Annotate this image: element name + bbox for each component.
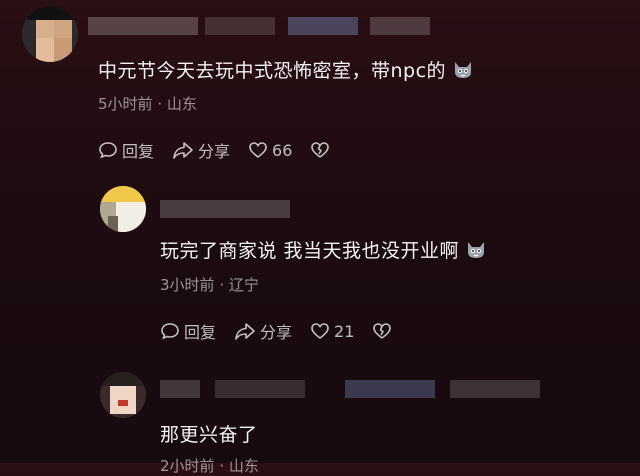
like-button[interactable]: 21 (310, 321, 354, 341)
location: 山东 (228, 457, 259, 475)
reply-button[interactable]: 回复 (98, 138, 154, 162)
share-button[interactable]: 分享 (234, 319, 292, 343)
comment-actions: 回复 分享 21 (160, 319, 414, 343)
location: 山东 (166, 95, 197, 113)
like-count: 66 (272, 140, 293, 160)
like-button[interactable]: 66 (248, 140, 292, 160)
heart-icon (311, 323, 329, 340)
share-arrow-icon (173, 142, 193, 159)
reply-button[interactable]: 回复 (160, 319, 216, 343)
share-button[interactable]: 分享 (172, 138, 230, 162)
comment-meta: 2小时前 · 山东 (160, 457, 259, 475)
comment-text: 中元节今天去玩中式恐怖密室，带npc的 (98, 56, 474, 85)
comment-actions: 回复 分享 66 (98, 138, 352, 162)
dislike-button[interactable] (310, 140, 334, 160)
comment-text: 那更兴奋了 (160, 424, 258, 446)
heart-icon (249, 142, 267, 159)
broken-heart-icon (373, 323, 392, 339)
timestamp: 3小时前 (160, 276, 215, 294)
speech-bubble-icon (99, 142, 117, 159)
cat-face-icon (452, 60, 474, 85)
speech-bubble-icon (161, 323, 179, 340)
location: 辽宁 (228, 276, 259, 294)
comment-text: 玩完了商家说 我当天我也没开业啊 (160, 236, 487, 265)
broken-heart-icon (311, 142, 330, 158)
like-count: 21 (334, 321, 355, 341)
comment-meta: 5小时前 · 山东 (98, 95, 197, 113)
avatar[interactable] (100, 186, 146, 232)
share-arrow-icon (235, 323, 255, 340)
dislike-button[interactable] (372, 321, 396, 341)
timestamp: 5小时前 (98, 95, 153, 113)
avatar[interactable] (100, 372, 146, 418)
cat-face-icon (465, 240, 487, 265)
comment-meta: 3小时前 · 辽宁 (160, 276, 259, 294)
avatar[interactable] (22, 6, 78, 62)
timestamp: 2小时前 (160, 457, 215, 475)
